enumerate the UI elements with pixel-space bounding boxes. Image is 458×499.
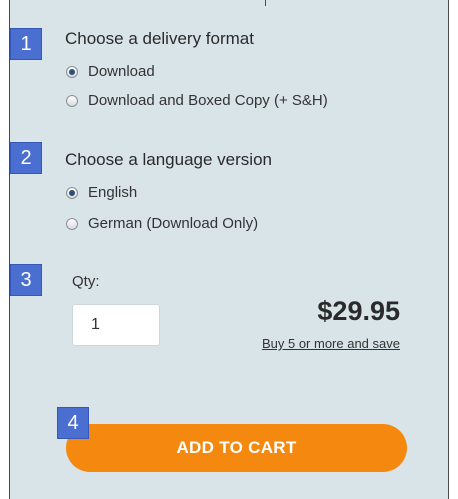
step-badge-1: 1 [10, 28, 42, 60]
step-number: 4 [67, 412, 79, 434]
step-badge-2: 2 [10, 142, 42, 174]
radio-button[interactable] [66, 94, 78, 107]
add-to-cart-button[interactable]: ADD TO CART [66, 424, 407, 472]
radio-button[interactable] [66, 217, 78, 230]
radio-label: Download [88, 63, 155, 80]
radio-download[interactable]: Download [66, 63, 155, 80]
step-number: 1 [20, 33, 32, 55]
radio-button-checked[interactable] [66, 186, 78, 199]
step-badge-3: 3 [10, 264, 42, 296]
divider [265, 0, 266, 6]
price: $29.95 [317, 296, 400, 326]
radio-button-checked[interactable] [66, 65, 78, 78]
radio-label: Download and Boxed Copy (+ S&H) [88, 92, 328, 109]
delivery-format-title: Choose a delivery format [65, 29, 254, 48]
qty-label: Qty: [72, 273, 100, 290]
quantity-input[interactable] [72, 304, 160, 346]
radio-download-boxed[interactable]: Download and Boxed Copy (+ S&H) [66, 92, 328, 109]
language-version-title: Choose a language version [65, 150, 272, 169]
radio-label: German (Download Only) [88, 215, 259, 232]
step-number: 3 [20, 269, 32, 291]
radio-label: English [88, 184, 138, 201]
radio-german[interactable]: German (Download Only) [66, 215, 258, 232]
bulk-discount-link[interactable]: Buy 5 or more and save [262, 336, 400, 351]
step-number: 2 [20, 147, 32, 169]
radio-english[interactable]: English [66, 184, 137, 201]
step-badge-4: 4 [57, 407, 89, 439]
